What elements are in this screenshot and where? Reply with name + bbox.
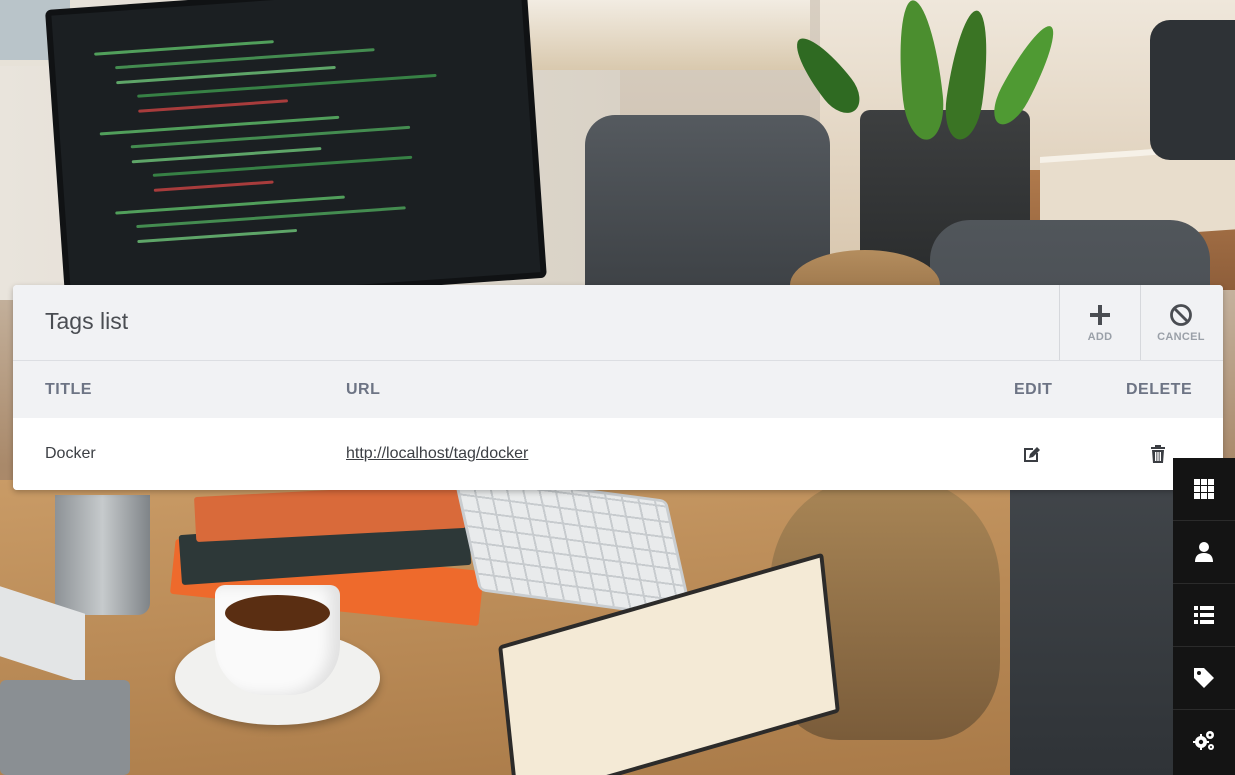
cancel-button[interactable]: CANCEL <box>1140 285 1221 360</box>
add-button-label: ADD <box>1087 331 1113 343</box>
dock-list-button[interactable] <box>1173 584 1235 647</box>
column-header-url: URL <box>346 381 381 398</box>
tag-url-link[interactable]: http://localhost/tag/docker <box>346 445 528 463</box>
dock-tags-button[interactable] <box>1173 647 1235 710</box>
tag-title-cell: Docker <box>45 445 96 462</box>
list-icon <box>1194 606 1214 624</box>
tags-list-panel: Tags list ADD CANCEL TITLE URL EDIT DELE… <box>13 285 1223 490</box>
page-title: Tags list <box>45 308 129 334</box>
column-header-delete: DELETE <box>1126 381 1193 398</box>
column-header-title: TITLE <box>45 381 92 398</box>
table-row: Docker http://localhost/tag/docker <box>13 418 1223 490</box>
ban-icon <box>1170 304 1192 326</box>
trash-icon[interactable] <box>1148 444 1168 464</box>
table-header: TITLE URL EDIT DELETE <box>13 361 1223 418</box>
user-icon <box>1195 542 1213 562</box>
panel-header: Tags list ADD CANCEL <box>13 285 1223 361</box>
cancel-button-label: CANCEL <box>1157 331 1205 343</box>
edit-icon[interactable] <box>1022 444 1042 464</box>
add-button[interactable]: ADD <box>1059 285 1140 360</box>
dock-user-button[interactable] <box>1173 521 1235 584</box>
side-dock <box>1173 458 1235 775</box>
column-header-edit: EDIT <box>1014 381 1053 398</box>
dock-grid-button[interactable] <box>1173 458 1235 521</box>
grid-icon <box>1194 479 1214 499</box>
tag-icon <box>1194 668 1214 688</box>
gears-icon <box>1193 731 1214 750</box>
plus-icon <box>1090 305 1110 325</box>
dock-settings-button[interactable] <box>1173 710 1235 772</box>
